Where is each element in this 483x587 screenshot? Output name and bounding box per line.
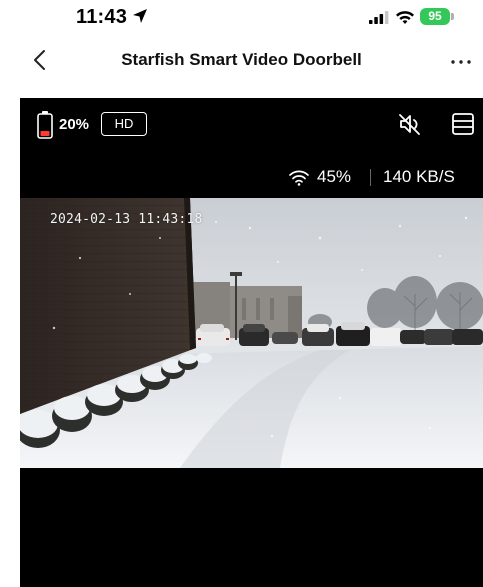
device-battery-level: 20% xyxy=(59,116,90,133)
location-arrow-icon xyxy=(133,9,147,23)
video-timestamp: 2024-02-13 11:43:18 xyxy=(50,212,203,227)
battery-percent: 95 xyxy=(428,9,442,23)
app-screen: 11:43 95 Starfish Smart Video Doorbell 2… xyxy=(0,0,483,587)
camera-feed-image xyxy=(20,198,483,468)
wifi-signal-icon xyxy=(289,170,309,186)
cellular-signal-icon xyxy=(369,11,389,24)
more-button[interactable] xyxy=(446,48,476,72)
live-view-panel: 20% HD 45% 140 KB/S 2024-02-13 11:43:18 xyxy=(20,98,483,587)
split-view-icon xyxy=(452,113,474,135)
wifi-icon xyxy=(396,11,414,24)
low-battery-icon xyxy=(37,111,53,139)
speaker-muted-icon xyxy=(399,114,420,135)
more-horizontal-icon xyxy=(451,60,471,64)
stats-divider xyxy=(370,169,371,186)
status-time: 11:43 xyxy=(76,6,128,28)
layout-toggle-button[interactable] xyxy=(450,111,476,137)
battery-icon: 95 xyxy=(420,8,450,25)
status-bar: 11:43 95 xyxy=(0,0,483,32)
page-title: Starfish Smart Video Doorbell xyxy=(121,50,362,69)
camera-feed[interactable]: 2024-02-13 11:43:18 xyxy=(20,198,483,468)
navigation-bar: Starfish Smart Video Doorbell xyxy=(0,40,483,80)
mute-button[interactable] xyxy=(395,110,425,138)
wifi-strength: 45% xyxy=(317,167,352,186)
connection-stats: 45% 140 KB/S xyxy=(266,166,476,188)
quality-toggle-button[interactable]: HD xyxy=(101,112,147,136)
battery-cap xyxy=(451,13,454,20)
bitrate: 140 KB/S xyxy=(383,167,455,186)
